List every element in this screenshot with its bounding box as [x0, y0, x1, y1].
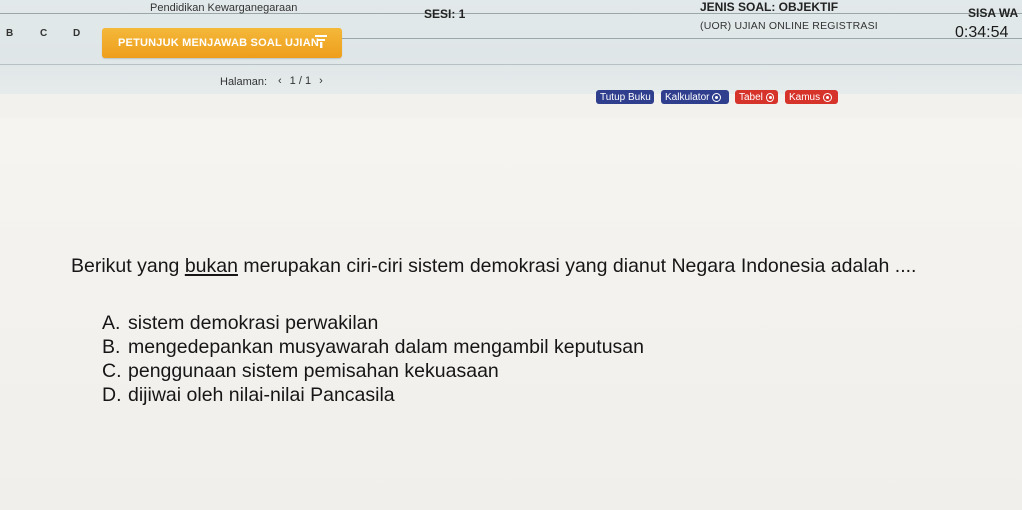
- dictionary-label: Kamus: [789, 91, 821, 103]
- toggle-circle-icon: [823, 92, 833, 102]
- prev-page-icon[interactable]: ‹: [278, 75, 282, 87]
- option-text: mengedepankan musyawarah dalam mengambil…: [128, 336, 644, 358]
- answer-options: A. sistem demokrasi perwakilan B. mengedep…: [102, 311, 644, 407]
- option-letter: D.: [102, 384, 122, 406]
- page-label: Halaman:: [220, 76, 268, 88]
- session-label: SESI: 1: [424, 7, 466, 21]
- header-divider: [0, 64, 1022, 65]
- close-book-label: Tutup Buku: [600, 91, 651, 103]
- calculator-label: Kalkulator: [665, 91, 710, 103]
- instructions-button-label: PETUNJUK MENJAWAB SOAL UJIAN: [118, 37, 319, 49]
- option-text: sistem demokrasi perwakilan: [128, 312, 379, 334]
- time-left-label: SISA WA: [968, 6, 1019, 20]
- subject-name: Pendidikan Kewarganegaraan: [150, 2, 298, 14]
- toggle-circle-icon: [765, 92, 774, 102]
- nav-letter-d[interactable]: D: [73, 28, 80, 39]
- question-text: Berikut yang bukan merupakan ciri-ciri s…: [71, 254, 1011, 279]
- option-d[interactable]: D. dijiwai oleh nilai-nilai Pancasila: [102, 383, 644, 407]
- toggle-circle-icon: [712, 92, 722, 102]
- option-c[interactable]: C. penggunaan sistem pemisahan kekuasaan: [102, 359, 644, 383]
- option-letter: A.: [102, 312, 121, 334]
- option-text: penggunaan sistem pemisahan kekuasaan: [128, 360, 499, 382]
- header-divider: [340, 38, 1022, 39]
- nav-letter-c[interactable]: C: [40, 28, 47, 39]
- table-button[interactable]: Tabel: [735, 90, 778, 104]
- option-letter: C.: [102, 360, 122, 382]
- next-page-icon[interactable]: ›: [319, 75, 323, 87]
- question-emphasis: bukan: [184, 255, 238, 277]
- info-icon: [314, 34, 328, 55]
- pagination: ‹ 1 / 1 ›: [278, 75, 323, 87]
- instructions-button[interactable]: PETUNJUK MENJAWAB SOAL UJIAN: [102, 28, 342, 58]
- option-text: dijiwai oleh nilai-nilai Pancasila: [128, 384, 395, 406]
- option-b[interactable]: B. mengedepankan musyawarah dalam mengamb…: [102, 335, 644, 359]
- calculator-button[interactable]: Kalkulator: [661, 90, 729, 104]
- question-text-after: merupakan ciri-ciri sistem demokrasi yan…: [237, 255, 917, 277]
- option-letter: B.: [102, 336, 121, 358]
- question-type-label: JENIS SOAL: OBJEKTIF: [700, 0, 839, 14]
- exam-name: (UOR) UJIAN ONLINE REGISTRASI: [700, 20, 878, 32]
- page-indicator: 1 / 1: [289, 75, 312, 87]
- option-a[interactable]: A. sistem demokrasi perwakilan: [102, 311, 644, 335]
- table-label: Tabel: [739, 91, 763, 103]
- question-text-before: Berikut yang: [71, 255, 185, 277]
- countdown-timer: 0:34:54: [955, 24, 1009, 41]
- exam-header: Pendidikan Kewarganegaraan SESI: 1 JENIS…: [0, 0, 1022, 94]
- dictionary-button[interactable]: Kamus: [785, 90, 838, 104]
- nav-letter-b[interactable]: B: [6, 28, 13, 39]
- close-book-button[interactable]: Tutup Buku: [596, 90, 654, 104]
